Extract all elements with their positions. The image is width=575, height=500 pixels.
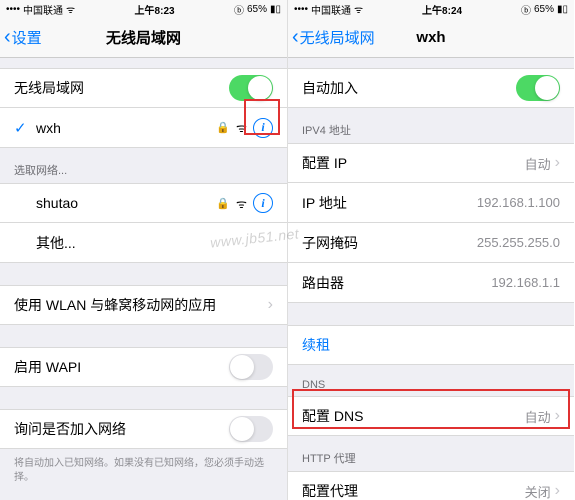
wapi-label: 启用 WAPI	[14, 357, 81, 377]
subnet-mask-row: 子网掩码 255.255.255.0	[288, 223, 574, 263]
ip-address-row: IP 地址 192.168.1.100	[288, 183, 574, 223]
ask-join-footer: 将自动加入已知网络。如果没有已知网络，您必须手动选择。	[0, 449, 287, 493]
config-proxy-label: 配置代理	[302, 481, 358, 500]
wifi-signal-icon: ᯤ	[236, 195, 247, 212]
router-row: 路由器 192.168.1.1	[288, 263, 574, 303]
renew-lease-label: 续租	[302, 335, 330, 355]
info-icon[interactable]: i	[253, 193, 273, 213]
status-bar: ••••中国联通ᯤ 上午8:24 ⓑ65%▮▯	[288, 0, 574, 18]
connected-ssid: wxh	[36, 120, 61, 136]
status-time: 上午8:24	[422, 2, 462, 17]
config-proxy-value: 关闭	[525, 482, 551, 500]
config-dns-value: 自动	[525, 407, 551, 426]
bluetooth-icon: ⓑ	[234, 2, 244, 17]
dns-header: DNS	[288, 365, 574, 396]
status-time: 上午8:23	[135, 2, 175, 17]
signal-icon: ••••	[6, 4, 20, 15]
signal-icon: ••••	[294, 4, 308, 15]
wifi-detail-screen: ••••中国联通ᯤ 上午8:24 ⓑ65%▮▯ ‹无线局域网 wxh 自动加入 …	[287, 0, 574, 500]
config-proxy-row[interactable]: 配置代理 关闭›	[288, 471, 574, 500]
battery-percent: 65%	[247, 4, 267, 15]
other-label: 其他...	[14, 233, 76, 253]
chevron-right-icon: ›	[555, 154, 560, 172]
back-button[interactable]: ‹无线局域网	[288, 26, 375, 49]
battery-percent: 65%	[534, 4, 554, 15]
config-ip-row[interactable]: 配置 IP 自动›	[288, 143, 574, 183]
back-button[interactable]: ‹设置	[0, 26, 42, 49]
lock-icon: 🔒	[216, 121, 230, 134]
wifi-toggle-row[interactable]: 无线局域网	[0, 68, 287, 108]
wifi-toggle-label: 无线局域网	[14, 78, 84, 98]
config-ip-value: 自动	[525, 154, 551, 173]
chevron-left-icon: ‹	[292, 26, 299, 49]
ask-join-toggle[interactable]	[229, 416, 273, 442]
ipv4-header: IPV4 地址	[288, 108, 574, 143]
wapi-row[interactable]: 启用 WAPI	[0, 347, 287, 387]
mask-value: 255.255.255.0	[477, 235, 560, 250]
wlan-apps-label: 使用 WLAN 与蜂窝移动网的应用	[14, 295, 216, 315]
renew-lease-row[interactable]: 续租	[288, 325, 574, 365]
nav-title: 无线局域网	[0, 27, 287, 48]
chevron-left-icon: ‹	[4, 26, 11, 49]
status-bar: ••••中国联通ᯤ 上午8:23 ⓑ65%▮▯	[0, 0, 287, 18]
chevron-right-icon: ›	[555, 407, 560, 425]
wapi-toggle[interactable]	[229, 354, 273, 380]
info-icon[interactable]: i	[253, 118, 273, 138]
carrier: 中国联通	[311, 2, 351, 17]
choose-network-header: 选取网络...	[0, 148, 287, 183]
config-dns-row[interactable]: 配置 DNS 自动›	[288, 396, 574, 436]
chevron-right-icon: ›	[555, 482, 560, 500]
wifi-status-icon: ᯤ	[66, 2, 75, 16]
wifi-signal-icon: ᯤ	[236, 119, 247, 136]
carrier: 中国联通	[23, 2, 63, 17]
ask-join-label: 询问是否加入网络	[14, 419, 126, 439]
battery-icon: ▮▯	[270, 4, 281, 15]
chevron-right-icon: ›	[268, 296, 273, 314]
check-icon: ✓	[14, 119, 28, 137]
wifi-status-icon: ᯤ	[354, 2, 363, 16]
lock-icon: 🔒	[216, 197, 230, 210]
auto-join-row[interactable]: 自动加入	[288, 68, 574, 108]
auto-join-toggle[interactable]	[516, 75, 560, 101]
network-ssid: shutao	[36, 195, 78, 211]
router-value: 192.168.1.1	[491, 275, 560, 290]
mask-label: 子网掩码	[302, 233, 358, 253]
connected-network-row[interactable]: ✓ wxh 🔒 ᯤ i	[0, 108, 287, 148]
ip-value: 192.168.1.100	[477, 195, 560, 210]
wifi-list-screen: ••••中国联通ᯤ 上午8:23 ⓑ65%▮▯ ‹设置 无线局域网 无线局域网 …	[0, 0, 287, 500]
ask-join-row[interactable]: 询问是否加入网络	[0, 409, 287, 449]
nav-bar: ‹无线局域网 wxh	[288, 18, 574, 58]
wlan-apps-row[interactable]: 使用 WLAN 与蜂窝移动网的应用 ›	[0, 285, 287, 325]
battery-icon: ▮▯	[557, 4, 568, 15]
other-network-row[interactable]: 其他...	[0, 223, 287, 263]
bluetooth-icon: ⓑ	[521, 2, 531, 17]
config-dns-label: 配置 DNS	[302, 406, 363, 426]
network-row-shutao[interactable]: shutao 🔒 ᯤ i	[0, 183, 287, 223]
back-label: 设置	[12, 27, 42, 48]
ip-label: IP 地址	[302, 193, 347, 213]
config-ip-label: 配置 IP	[302, 153, 347, 173]
back-label: 无线局域网	[300, 27, 375, 48]
router-label: 路由器	[302, 273, 344, 293]
wifi-toggle[interactable]	[229, 75, 273, 101]
nav-bar: ‹设置 无线局域网	[0, 18, 287, 58]
proxy-header: HTTP 代理	[288, 436, 574, 471]
auto-join-label: 自动加入	[302, 78, 358, 98]
